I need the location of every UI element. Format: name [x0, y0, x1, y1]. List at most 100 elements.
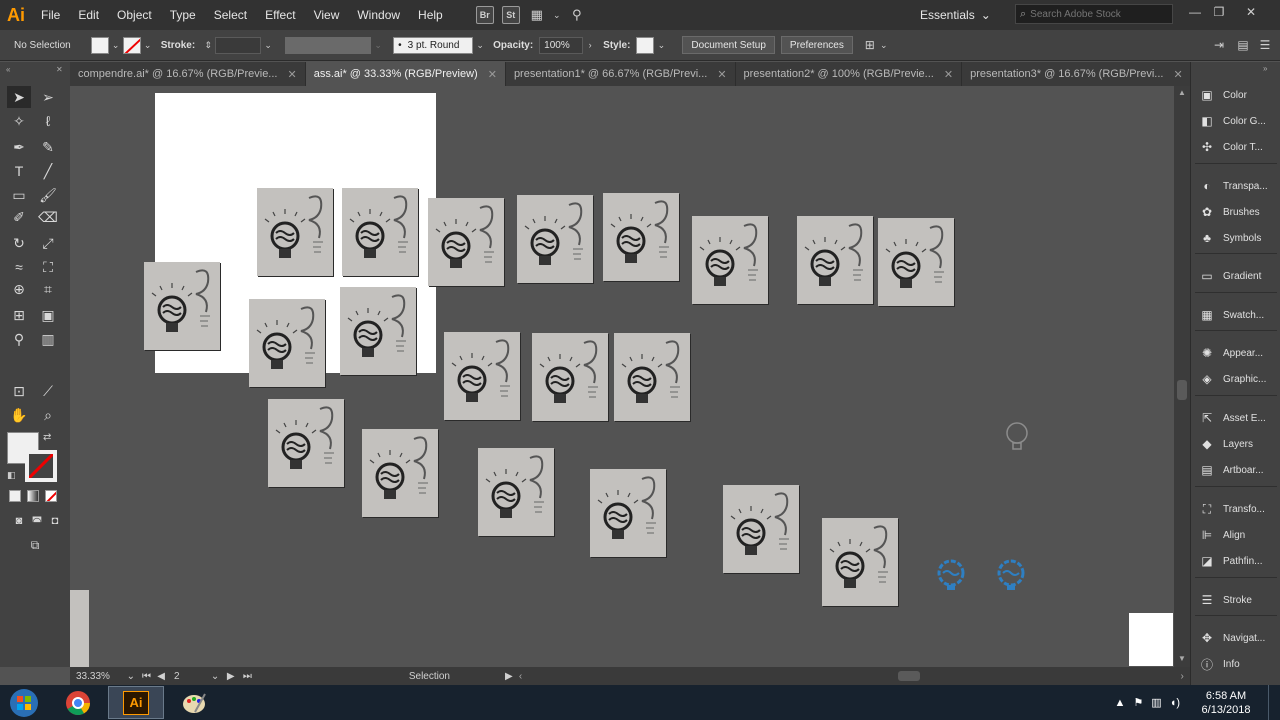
paintbrush-tool-icon[interactable]: 🖌 [36, 184, 60, 206]
scroll-right-icon[interactable]: › [1174, 671, 1190, 682]
panel-stroke[interactable]: ☰ Stroke [1191, 587, 1280, 613]
stroke-weight-stepper[interactable]: ⇕ [201, 37, 215, 54]
image-thumbnail[interactable] [723, 485, 799, 573]
none-mode-icon[interactable] [45, 490, 57, 502]
artboard-small[interactable] [1129, 613, 1173, 666]
image-thumbnail[interactable] [692, 216, 768, 304]
tab-close-icon[interactable]: ✕ [717, 68, 726, 81]
swap-colors-icon[interactable]: ⇄ [43, 432, 51, 443]
chrome-taskbar-button[interactable] [50, 686, 106, 719]
image-thumbnail[interactable] [590, 469, 666, 557]
next-artboard-icon[interactable]: ▶ [223, 671, 239, 682]
menu-object[interactable]: Object [108, 0, 161, 30]
line-tool-icon[interactable]: ╱ [36, 160, 60, 182]
expand-panels-icon[interactable]: » [1263, 64, 1267, 73]
zoom-level[interactable]: 33.33% [70, 671, 123, 682]
panel-transparency[interactable]: ◐ Transpa... [1191, 173, 1280, 199]
opacity-field[interactable]: 100% [539, 36, 584, 54]
color-mode-icon[interactable] [9, 490, 21, 502]
fill-dropdown-icon[interactable]: ⌄ [109, 37, 123, 54]
stroke-weight-field[interactable] [215, 36, 262, 54]
panel-symbols[interactable]: ♣ Symbols [1191, 225, 1280, 251]
pen-tool-icon[interactable]: ✒ [7, 136, 31, 158]
workspace-switcher[interactable]: Essentials ⌄ [920, 4, 991, 26]
direct-selection-tool-icon[interactable]: ➢ [36, 86, 60, 108]
menu-view[interactable]: View [305, 0, 349, 30]
bridge-button[interactable]: Br [475, 6, 494, 24]
start-button[interactable] [0, 685, 48, 720]
image-thumbnail[interactable] [878, 218, 954, 306]
align-options-icon[interactable]: ⊞ [863, 37, 877, 54]
gradient-tool-icon[interactable]: ▣ [36, 304, 60, 326]
last-artboard-icon[interactable]: ⏭ [239, 671, 257, 682]
lightbulb-blue-icon[interactable] [934, 558, 968, 592]
panel-swatches[interactable]: ▦ Swatch... [1191, 302, 1280, 328]
collapse-icon[interactable]: « [6, 65, 10, 74]
hand-tool-icon[interactable]: ✋ [7, 404, 31, 426]
tab-presentation1[interactable]: presentation1* @ 66.67% (RGB/Previ... ✕ [505, 62, 736, 86]
tab-close-icon[interactable]: ✕ [488, 68, 497, 81]
panel-appearance[interactable]: ✺ Appear... [1191, 340, 1280, 366]
tab-close-icon[interactable]: ✕ [287, 68, 296, 81]
curvature-tool-icon[interactable]: ✎ [36, 136, 60, 158]
panel-brushes[interactable]: ✿ Brushes [1191, 199, 1280, 225]
magic-wand-tool-icon[interactable]: ✧ [7, 110, 31, 132]
tab-compendre[interactable]: compendre.ai* @ 16.67% (RGB/Previe... ✕ [70, 62, 306, 86]
minimize-icon[interactable]: — [1184, 3, 1206, 21]
first-artboard-icon[interactable]: ⏮ [139, 671, 155, 682]
stroke-dropdown-icon[interactable]: ⌄ [141, 37, 155, 54]
stroke-color-box[interactable] [25, 450, 57, 482]
image-thumbnail[interactable] [444, 332, 520, 420]
zoom-dropdown-icon[interactable]: ⌄ [123, 671, 139, 682]
rectangle-tool-icon[interactable]: ▭ [7, 184, 31, 206]
control-menu-icon[interactable]: ☰ [1258, 37, 1272, 54]
preferences-button[interactable]: Preferences [780, 36, 853, 54]
panel-align[interactable]: ⊫ Align [1191, 522, 1280, 548]
panel-info[interactable]: ⓘ Info [1191, 651, 1280, 677]
scroll-down-icon[interactable]: ▼ [1178, 654, 1186, 663]
image-thumbnail[interactable] [517, 195, 593, 283]
gpu-performance-icon[interactable]: ⚲ [568, 6, 586, 24]
artboard-dropdown-icon[interactable]: ⌄ [207, 671, 223, 682]
image-thumbnail[interactable] [340, 287, 416, 375]
panel-color[interactable]: ▣ Color [1191, 82, 1280, 108]
perspective-grid-tool-icon[interactable]: ⌗ [36, 278, 60, 300]
panel-artboards[interactable]: ▤ Artboar... [1191, 457, 1280, 483]
arrange-icon[interactable]: ⇥ [1212, 37, 1226, 54]
document-setup-button[interactable]: Document Setup [682, 36, 775, 54]
paint-taskbar-button[interactable] [166, 686, 222, 719]
image-thumbnail[interactable] [822, 518, 898, 606]
tab-ass[interactable]: ass.ai* @ 33.33% (RGB/Preview) ✕ [305, 62, 506, 86]
image-thumbnail[interactable] [797, 216, 873, 304]
app-logo[interactable]: Ai [0, 0, 32, 30]
hscroll-thumb[interactable] [898, 671, 921, 681]
tab-close-icon[interactable]: ✕ [944, 68, 953, 81]
canvas[interactable] [70, 86, 1174, 667]
stock-search[interactable]: ⌕ [1015, 4, 1173, 24]
brush-definition[interactable]: • 3 pt. Round [393, 36, 474, 54]
panel-transform[interactable]: ⛶ Transfo... [1191, 496, 1280, 522]
zoom-tool-icon[interactable]: ⌕ [36, 404, 60, 426]
panel-layers[interactable]: ◆ Layers [1191, 431, 1280, 457]
search-input[interactable] [1030, 8, 1161, 20]
panel-color-themes[interactable]: ✣ Color T... [1191, 134, 1280, 160]
tray-flag-icon[interactable]: ⚑ [1133, 696, 1143, 709]
panel-close-icon[interactable]: ✕ [56, 65, 63, 74]
gradient-mode-icon[interactable] [27, 490, 39, 502]
image-thumbnail[interactable] [603, 193, 679, 281]
image-thumbnail[interactable] [144, 262, 220, 350]
panel-asset-export[interactable]: ⇱ Asset E... [1191, 405, 1280, 431]
tray-volume-icon[interactable]: ◖) [1170, 697, 1180, 709]
eyedropper-tool-icon[interactable]: ⚲ [7, 328, 31, 350]
previous-artboard-icon[interactable]: ◀ [154, 671, 168, 682]
panel-layout-icon[interactable]: ▤ [1236, 37, 1250, 54]
panel-gradient[interactable]: ▭ Gradient [1191, 263, 1280, 289]
lightbulb-outline-icon[interactable] [1002, 420, 1032, 454]
image-thumbnail[interactable] [268, 399, 344, 487]
eraser-tool-icon[interactable]: ⌫ [36, 206, 60, 228]
mesh-tool-icon[interactable]: ⊞ [7, 304, 31, 326]
menu-edit[interactable]: Edit [69, 0, 108, 30]
lasso-tool-icon[interactable]: ℓ [36, 110, 60, 132]
shape-builder-tool-icon[interactable]: ⊕ [7, 278, 31, 300]
scroll-up-icon[interactable]: ▲ [1178, 88, 1186, 97]
